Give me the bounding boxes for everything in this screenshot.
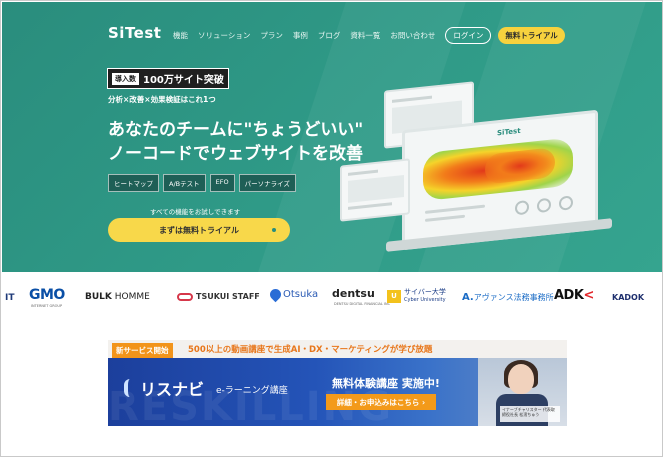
nav-item-features[interactable]: 機能 bbox=[173, 30, 188, 41]
client-logo-gmo-sub: INTERNET GROUP bbox=[31, 304, 63, 308]
tsukui-text: TSUKUI STAFF bbox=[196, 292, 260, 301]
feature-tags: ヒートマップ A/Bテスト EFO パーソナライズ bbox=[108, 174, 296, 192]
cta-note: すべての機能をお試しできます bbox=[150, 208, 241, 216]
client-logo-cyber-university: U サイバー大学 Cyber University bbox=[387, 289, 446, 304]
adoption-badge: 導入数 100万サイト突破 bbox=[107, 68, 229, 89]
banner-detail-button[interactable]: 詳細・お申込みはこちら › bbox=[326, 394, 436, 410]
nav-item-blog[interactable]: ブログ bbox=[318, 30, 341, 41]
banner-headline: 500以上の動画講座で生成AI・DX・マーケティングが学び放題 bbox=[188, 345, 433, 355]
hero-headline: あなたのチームに"ちょうどいい" ノーコードでウェブサイトを改善 bbox=[108, 118, 363, 166]
badge-text: 100万サイト突破 bbox=[143, 75, 224, 86]
page-frame: SiTest 機能 ソリューション プラン 事例 ブログ 資料一覧 お問い合わせ… bbox=[0, 0, 663, 457]
free-trial-cta-button[interactable]: まずは無料トライアル bbox=[108, 218, 290, 242]
tsukui-icon bbox=[177, 292, 193, 301]
hero-tagline: 分析×改善×効果検証はこれ1つ bbox=[108, 95, 216, 104]
site-logo[interactable]: SiTest bbox=[108, 24, 161, 42]
badge-tag: 導入数 bbox=[112, 72, 139, 85]
client-logo-gmo: GMO bbox=[29, 287, 65, 303]
cta-label: まずは無料トライアル bbox=[159, 225, 239, 235]
headline-line-1: あなたのチームに"ちょうどいい" bbox=[108, 120, 364, 140]
promo-banner[interactable]: 新サービス開始 500以上の動画講座で生成AI・DX・マーケティングが学び放題 … bbox=[108, 340, 567, 426]
mockup-tablet bbox=[340, 158, 410, 222]
client-logo-strip: IT GMO INTERNET GROUP BULK HOMME TSUKUI … bbox=[1, 286, 662, 311]
banner-brand: リスナビ bbox=[124, 376, 204, 400]
feature-tag: ヒートマップ bbox=[108, 174, 159, 192]
otsuka-drop-icon bbox=[267, 286, 284, 303]
client-logo-it: IT bbox=[5, 293, 15, 303]
client-logo-dentsu: dentsu bbox=[332, 287, 375, 300]
mockup-logo: SiTest bbox=[497, 126, 521, 138]
banner-subtitle: e-ラーニング講座 bbox=[216, 386, 288, 396]
otsuka-text: Otsuka bbox=[283, 289, 319, 300]
banner-promo-text: 無料体験講座 実施中! bbox=[332, 377, 440, 390]
bulk-bold-text: BULK bbox=[85, 292, 112, 302]
bulk-rest-text: HOMME bbox=[111, 292, 150, 302]
nav-item-contact[interactable]: お問い合わせ bbox=[390, 30, 435, 41]
client-logo-dentsu-sub: DENTSU DIGITAL FINANCIAL INC bbox=[334, 302, 391, 306]
adk-mark: < bbox=[583, 288, 594, 303]
headline-line-2: ノーコードでウェブサイトを改善 bbox=[108, 144, 363, 164]
brand-mark-icon bbox=[124, 379, 136, 397]
banner-top-strip: 新サービス開始 500以上の動画講座で生成AI・DX・マーケティングが学び放題 bbox=[108, 340, 567, 358]
login-button[interactable]: ログイン bbox=[445, 27, 492, 44]
banner-brand-text: リスナビ bbox=[140, 380, 205, 399]
nav-item-plans[interactable]: プラン bbox=[260, 30, 283, 41]
banner-badge: 新サービス開始 bbox=[112, 343, 173, 358]
free-trial-button[interactable]: 無料トライアル bbox=[498, 27, 565, 44]
avance-mark: A. bbox=[462, 292, 474, 303]
feature-tag: A/Bテスト bbox=[163, 174, 206, 192]
cyber-text-en: Cyber University bbox=[404, 297, 446, 303]
person-caption: イナーブチャリスター 代表取締役社長 松濱ちゅう bbox=[500, 406, 560, 422]
client-logo-otsuka: Otsuka bbox=[267, 286, 319, 303]
cyber-university-text: サイバー大学 Cyber University bbox=[404, 289, 446, 304]
adk-text: ADK bbox=[554, 288, 584, 303]
cta-dot-icon bbox=[272, 228, 276, 232]
person-head bbox=[508, 364, 534, 394]
feature-tag: パーソナライズ bbox=[238, 174, 296, 192]
banner-person-photo: イナーブチャリスター 代表取締役社長 松濱ちゅう bbox=[478, 358, 567, 426]
nav-item-solutions[interactable]: ソリューション bbox=[198, 30, 250, 41]
client-logo-avance: A.アヴァンス法務事務所 bbox=[462, 292, 554, 303]
client-logo-kadokawa: KADOK bbox=[612, 293, 645, 302]
nav-item-cases[interactable]: 事例 bbox=[293, 30, 308, 41]
client-logo-bulk-homme: BULK HOMME bbox=[85, 292, 150, 302]
feature-tag: EFO bbox=[209, 174, 235, 192]
nav-item-documents[interactable]: 資料一覧 bbox=[350, 30, 380, 41]
cyber-university-icon: U bbox=[387, 290, 401, 303]
hero-section: SiTest 機能 ソリューション プラン 事例 ブログ 資料一覧 お問い合わせ… bbox=[2, 2, 662, 272]
avance-text: アヴァンス法務事務所 bbox=[473, 293, 554, 302]
client-logo-tsukui: TSUKUI STAFF bbox=[177, 292, 260, 301]
cyber-text-jp: サイバー大学 bbox=[404, 288, 446, 296]
client-logo-adk: ADK< bbox=[554, 288, 594, 303]
main-nav: 機能 ソリューション プラン 事例 ブログ 資料一覧 お問い合わせ ログイン 無… bbox=[173, 27, 565, 44]
